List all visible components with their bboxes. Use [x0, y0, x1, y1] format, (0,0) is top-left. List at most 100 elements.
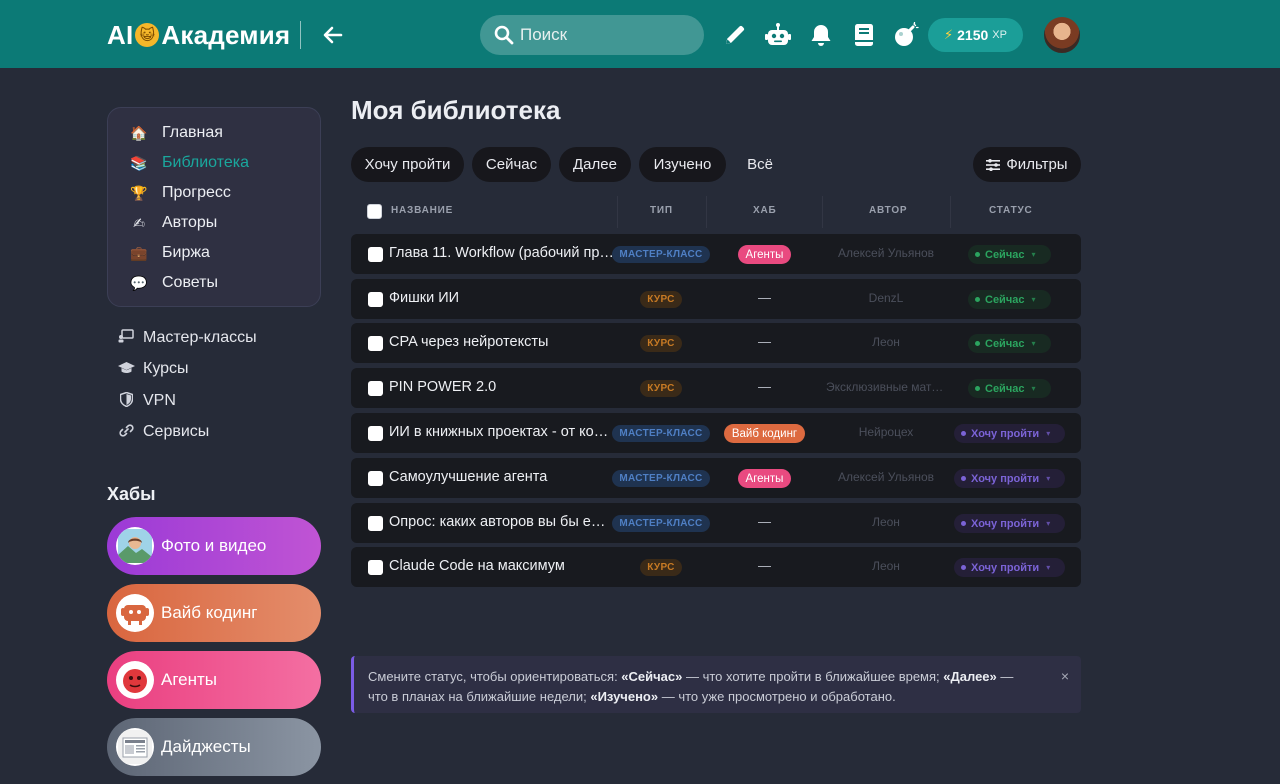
sidebar-item-home[interactable]: 🏠 Главная	[108, 118, 320, 148]
books-icon: 📚	[130, 154, 148, 171]
sidebar-item-label: Библиотека	[162, 154, 249, 171]
row-title[interactable]: Фишки ИИ	[389, 290, 615, 306]
table-row[interactable]: PIN POWER 2.0 КУРС — Эксклюзивные матери…	[351, 368, 1081, 408]
ai-assistant-button[interactable]	[764, 21, 792, 49]
table-row[interactable]: Самоулучшение агента МАСТЕР-КЛАСС Агенты…	[351, 458, 1081, 498]
user-avatar[interactable]	[1042, 15, 1082, 55]
hub-badge[interactable]: Вайб кодинг	[724, 424, 805, 443]
type-badge: КУРС	[640, 335, 682, 352]
hint-status-now: «Сейчас»	[621, 669, 683, 684]
sidebar-item-progress[interactable]: 🏆 Прогресс	[108, 178, 320, 208]
row-checkbox[interactable]	[368, 426, 383, 441]
row-title[interactable]: Claude Code на максимум	[389, 558, 615, 574]
row-author[interactable]: Алексей Ульянов	[826, 470, 946, 484]
sidebar-link-masterclasses[interactable]: Мастер-классы	[118, 322, 257, 354]
sidebar-item-tips[interactable]: 💬 Советы	[108, 268, 320, 298]
row-author[interactable]: Эксклюзивные материалы	[826, 380, 946, 394]
edit-button[interactable]	[721, 21, 749, 49]
search-input[interactable]	[520, 25, 690, 45]
back-button[interactable]	[319, 21, 347, 49]
type-badge: МАСТЕР-КЛАСС	[612, 246, 710, 263]
status-label: Хочу пройти	[971, 517, 1040, 530]
sidebar-link-services[interactable]: Сервисы	[118, 417, 257, 449]
tab-now[interactable]: Сейчас	[472, 147, 551, 182]
logo-prefix: AI	[107, 19, 134, 50]
hub-digests[interactable]: Дайджесты	[107, 718, 321, 776]
table-row[interactable]: CPA через нейротексты КУРС — Леон Сейчас…	[351, 323, 1081, 363]
row-checkbox[interactable]	[368, 336, 383, 351]
xp-counter[interactable]: ⚡ 2150 XP	[928, 18, 1023, 52]
hint-text: — что уже просмотрено и обработано.	[658, 689, 896, 704]
notifications-button[interactable]	[807, 21, 835, 49]
bomb-button[interactable]	[892, 21, 920, 49]
row-title[interactable]: ИИ в книжных проектах - от концепции	[389, 424, 615, 440]
hint-status-studied: «Изучено»	[590, 689, 659, 704]
type-badge: МАСТЕР-КЛАСС	[612, 470, 710, 487]
hub-label: Фото и видео	[161, 536, 267, 555]
row-checkbox[interactable]	[368, 516, 383, 531]
sidebar-item-label: Главная	[162, 124, 223, 141]
hub-vibe-coding[interactable]: Вайб кодинг	[107, 584, 321, 642]
sidebar-item-authors[interactable]: ✍ Авторы	[108, 208, 320, 238]
sidebar-item-exchange[interactable]: 💼 Биржа	[108, 238, 320, 268]
table-row[interactable]: ИИ в книжных проектах - от концепции МАС…	[351, 413, 1081, 453]
row-title[interactable]: Опрос: каких авторов вы бы еще хотели	[389, 514, 615, 530]
hub-badge[interactable]: Агенты	[738, 469, 791, 488]
row-author[interactable]: Алексей Ульянов	[826, 246, 946, 260]
row-checkbox[interactable]	[368, 292, 383, 307]
row-title[interactable]: PIN POWER 2.0	[389, 379, 615, 395]
table-row[interactable]: Фишки ИИ КУРС — DenzL Сейчас ▾	[351, 279, 1081, 319]
status-dot	[961, 431, 966, 436]
sidebar-link-vpn[interactable]: VPN	[118, 385, 257, 417]
row-title[interactable]: CPA через нейротексты	[389, 334, 615, 350]
graduation-cap-icon	[118, 361, 135, 377]
column-header-type: ТИП	[650, 205, 673, 216]
row-author[interactable]: DenzL	[826, 291, 946, 305]
table-row[interactable]: Claude Code на максимум КУРС — Леон Хочу…	[351, 547, 1081, 587]
row-checkbox[interactable]	[368, 381, 383, 396]
hub-empty: —	[758, 558, 771, 573]
sidebar-link-label: Мастер-классы	[143, 328, 257, 346]
tab-all[interactable]: Всё	[734, 147, 786, 182]
status-dropdown[interactable]: Хочу пройти ▾	[954, 558, 1065, 577]
status-dropdown[interactable]: Сейчас ▾	[968, 290, 1051, 309]
library-button[interactable]	[850, 21, 878, 49]
status-dropdown[interactable]: Хочу пройти ▾	[954, 514, 1065, 533]
filters-button[interactable]: Фильтры	[973, 147, 1081, 182]
row-author[interactable]: Нейроцех	[826, 425, 946, 439]
table-row[interactable]: Глава 11. Workflow (рабочий процесс) МАС…	[351, 234, 1081, 274]
status-dropdown[interactable]: Сейчас ▾	[968, 334, 1051, 353]
row-checkbox[interactable]	[368, 560, 383, 575]
row-author[interactable]: Леон	[826, 335, 946, 349]
trophy-icon: 🏆	[130, 184, 148, 201]
sidebar-item-library[interactable]: 📚 Библиотека	[108, 148, 320, 178]
site-logo[interactable]: AI 😺 Академия	[107, 18, 290, 52]
hub-badge[interactable]: Агенты	[738, 245, 791, 264]
hint-text: Смените статус, чтобы ориентироваться:	[368, 669, 622, 684]
table-row[interactable]: Опрос: каких авторов вы бы еще хотели МА…	[351, 503, 1081, 543]
row-author[interactable]: Леон	[826, 559, 946, 573]
row-checkbox[interactable]	[368, 247, 383, 262]
status-dropdown[interactable]: Сейчас ▾	[968, 245, 1051, 264]
book-icon	[855, 24, 873, 46]
tab-studied[interactable]: Изучено	[639, 147, 726, 182]
type-badge: КУРС	[640, 559, 682, 576]
search-box[interactable]	[480, 15, 704, 55]
hub-photo-video[interactable]: Фото и видео	[107, 517, 321, 575]
close-icon[interactable]: ×	[1061, 666, 1069, 686]
search-icon	[494, 25, 514, 45]
row-title[interactable]: Самоулучшение агента	[389, 469, 615, 485]
status-label: Хочу пройти	[971, 472, 1040, 485]
status-dropdown[interactable]: Хочу пройти ▾	[954, 469, 1065, 488]
status-dropdown[interactable]: Хочу пройти ▾	[954, 424, 1065, 443]
row-title[interactable]: Глава 11. Workflow (рабочий процесс)	[389, 245, 615, 261]
sidebar-link-courses[interactable]: Курсы	[118, 354, 257, 386]
hub-agents[interactable]: Агенты	[107, 651, 321, 709]
row-checkbox[interactable]	[368, 471, 383, 486]
row-author[interactable]: Леон	[826, 515, 946, 529]
tab-want[interactable]: Хочу пройти	[351, 147, 464, 182]
select-all-checkbox[interactable]	[367, 204, 382, 219]
status-dropdown[interactable]: Сейчас ▾	[968, 379, 1051, 398]
tab-next[interactable]: Далее	[559, 147, 631, 182]
xp-value: 2150	[957, 27, 989, 43]
